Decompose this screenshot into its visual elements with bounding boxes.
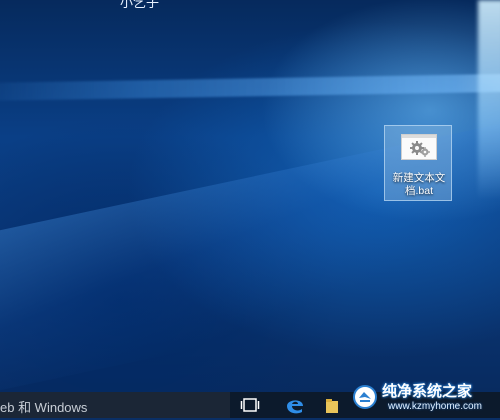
watermark-url: www.kzmyhome.com [388,401,482,412]
cortana-search-box[interactable]: eb 和 Windows [0,392,230,418]
wallpaper-light-upper [0,72,500,102]
wallpaper-light-beam [478,0,500,200]
site-watermark: 纯净系统之家 www.kzmyhome.com [352,374,500,418]
batch-file-gear-icon [401,134,437,160]
partial-top-text: 小乞子 [120,0,160,10]
watermark-logo-icon [353,385,377,409]
search-placeholder-text: eb 和 Windows [0,400,88,415]
desktop-icon-bat-file[interactable]: 新建文本文档.bat [384,125,452,201]
edge-icon[interactable] [284,395,306,415]
file-explorer-icon[interactable] [326,395,338,415]
task-view-icon[interactable] [240,395,260,415]
desktop-background: 小乞子 新建文本文档.bat [0,0,500,392]
watermark-title: 纯净系统之家 [382,383,473,400]
desktop-icon-label: 新建文本文档.bat [392,172,446,197]
